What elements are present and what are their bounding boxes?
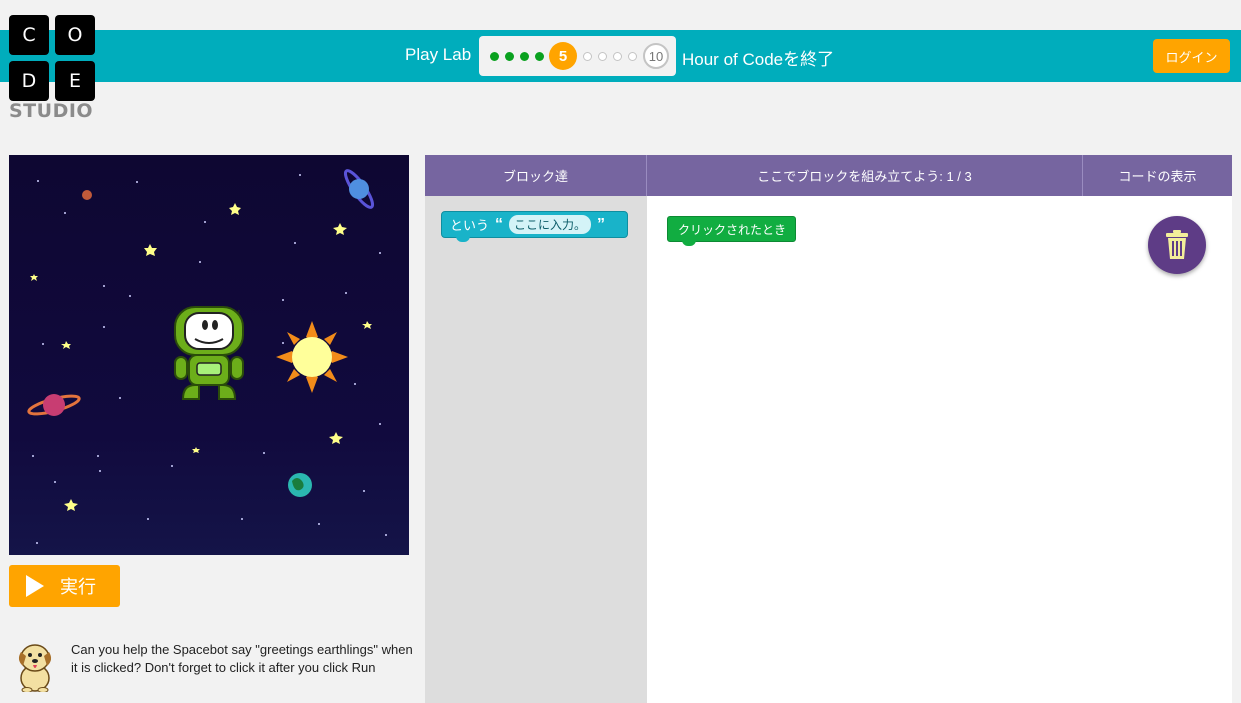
block-workspace[interactable] xyxy=(647,196,1232,703)
instructions-text: Can you help the Spacebot say "greetings… xyxy=(71,642,413,675)
toolbox-header: ブロック達 xyxy=(425,155,647,196)
trash-icon xyxy=(1166,230,1188,259)
say-open-quote: “ xyxy=(495,215,504,233)
run-button-label: 実行 xyxy=(60,577,96,597)
when-clicked-block[interactable]: クリックされたとき xyxy=(667,216,796,246)
level-dot-1[interactable] xyxy=(490,51,499,61)
header-bar: Play Lab 5 10 Hour of Codeを終了 ログイン xyxy=(0,30,1241,82)
block-toolbox[interactable] xyxy=(425,196,647,703)
code-studio-logo[interactable]: C O D E STUDIO xyxy=(9,15,95,121)
logo-letter-e: E xyxy=(55,61,95,101)
say-block-label: という xyxy=(450,218,490,233)
login-button[interactable]: ログイン xyxy=(1153,39,1230,73)
space-scene xyxy=(27,169,375,511)
finish-hour-of-code-link[interactable]: Hour of Codeを終了 xyxy=(682,45,834,70)
workspace-header-title: ここでブロックを組み立てよう: 1 / 3 xyxy=(647,155,1083,196)
level-dot-7[interactable] xyxy=(598,51,607,61)
game-stage[interactable] xyxy=(9,155,409,555)
logo-letter-d: D xyxy=(9,61,49,101)
workspace-header: ブロック達 ここでブロックを組み立てよう: 1 / 3 コードの表示 xyxy=(425,155,1232,196)
level-dot-3[interactable] xyxy=(520,51,529,61)
say-block[interactable]: という “ ここに入力。 ” xyxy=(441,211,628,242)
level-progress: 5 10 xyxy=(479,36,676,76)
say-text-field[interactable]: ここに入力。 xyxy=(509,215,592,234)
logo-letter-c: C xyxy=(9,15,49,55)
dog-mascot-icon xyxy=(18,644,52,692)
logo-studio-text: STUDIO xyxy=(9,100,94,122)
show-code-button[interactable]: コードの表示 xyxy=(1083,155,1232,196)
trash-button[interactable] xyxy=(1148,216,1206,274)
level-dot-6[interactable] xyxy=(583,51,592,61)
level-dot-2[interactable] xyxy=(505,51,514,61)
level-dot-4[interactable] xyxy=(535,51,544,61)
level-dot-9[interactable] xyxy=(628,51,637,61)
page: C O D E STUDIO Play Lab 5 10 Hour of Cod… xyxy=(0,0,1241,703)
say-close-quote: ” xyxy=(597,215,606,233)
run-button[interactable]: 実行 xyxy=(9,565,120,607)
spacebot-sprite xyxy=(174,306,244,400)
when-clicked-label: クリックされたとき xyxy=(678,222,787,237)
final-level-badge[interactable]: 10 xyxy=(643,43,669,69)
play-icon xyxy=(26,575,44,597)
current-level-badge[interactable]: 5 xyxy=(549,42,577,70)
logo-letter-o: O xyxy=(55,15,95,55)
lab-title: Play Lab xyxy=(405,45,472,64)
level-dot-8[interactable] xyxy=(613,51,622,61)
